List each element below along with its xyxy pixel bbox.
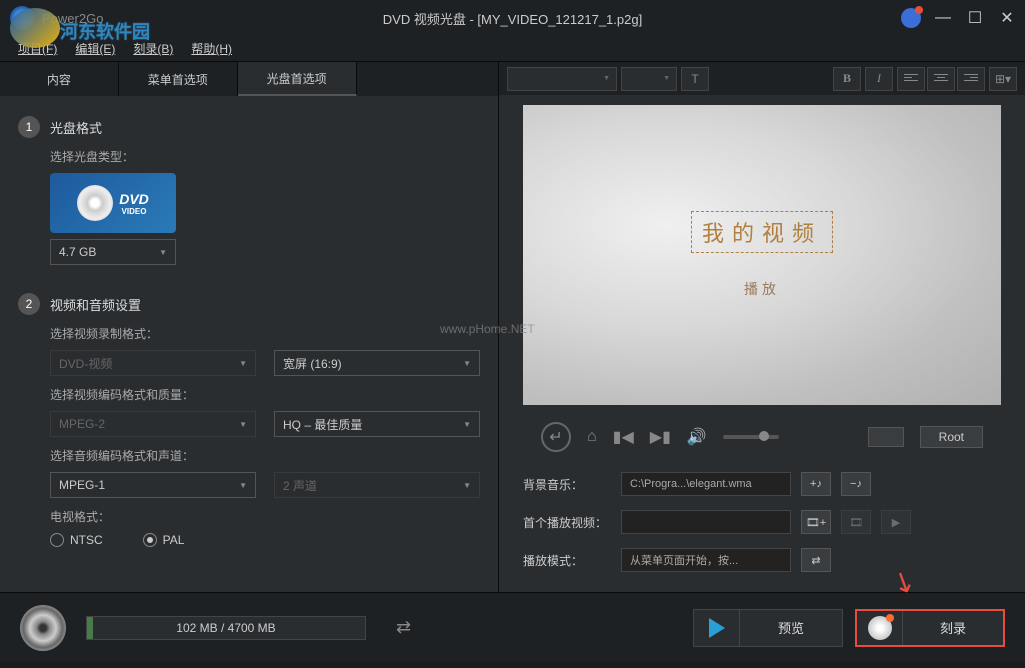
tv-format-label: 电视格式： bbox=[50, 508, 480, 525]
bgm-value[interactable]: C:\Progra...\elegant.wma bbox=[621, 472, 791, 496]
right-panel: T B I ⊞▾ 我的视频 播放 ↵ ⌂ ▮◀ ▶▮ 🔊 bbox=[498, 62, 1025, 592]
dvd-label: DVDVIDEO bbox=[119, 191, 149, 216]
font-color-button[interactable]: T bbox=[681, 67, 709, 91]
maximize-button[interactable]: ☐ bbox=[965, 8, 985, 28]
play-video-button[interactable]: ▶ bbox=[881, 510, 911, 534]
video-encode-label: 选择视频编码格式和质量： bbox=[50, 386, 480, 403]
swap-button[interactable]: ⇄ bbox=[396, 617, 411, 638]
font-size-dropdown[interactable] bbox=[621, 67, 677, 91]
burn-button[interactable]: 刻录 bbox=[855, 609, 1005, 647]
aspect-ratio-dropdown[interactable]: 宽屏 (16:9) bbox=[274, 350, 480, 376]
video-format-dropdown[interactable]: DVD-视频 bbox=[50, 350, 256, 376]
disc-status-icon bbox=[20, 605, 66, 651]
layout-button[interactable]: ⊞▾ bbox=[989, 67, 1017, 91]
disc-type-dvd[interactable]: DVDVIDEO bbox=[50, 173, 176, 233]
video-format-label: 选择视频录制格式： bbox=[50, 325, 480, 342]
remove-video-button[interactable]: 🎞 bbox=[841, 510, 871, 534]
align-right-button[interactable] bbox=[957, 67, 985, 91]
root-button[interactable]: Root bbox=[920, 426, 983, 448]
radio-pal[interactable]: PAL bbox=[143, 533, 185, 547]
preview-button[interactable]: 预览 bbox=[693, 609, 843, 647]
player-controls: ↵ ⌂ ▮◀ ▶▮ 🔊 Root bbox=[523, 415, 1001, 458]
radio-icon bbox=[50, 533, 64, 547]
text-toolbar: T B I ⊞▾ bbox=[499, 62, 1025, 95]
close-button[interactable]: ✕ bbox=[997, 8, 1017, 28]
tab-content[interactable]: 内容 bbox=[0, 62, 119, 96]
disc-size-dropdown[interactable]: 4.7 GB bbox=[50, 239, 176, 265]
firstplay-label: 首个播放视频： bbox=[523, 514, 611, 531]
volume-icon[interactable]: 🔊 bbox=[687, 427, 707, 447]
menu-play-text[interactable]: 播放 bbox=[744, 279, 780, 299]
watermark-site-text: 河东软件园 bbox=[60, 18, 150, 44]
play-icon bbox=[709, 618, 725, 638]
remove-music-button[interactable]: −♪ bbox=[841, 472, 871, 496]
menu-help[interactable]: 帮助(H) bbox=[191, 40, 232, 57]
burn-disc-icon bbox=[868, 616, 892, 640]
tab-disc-pref[interactable]: 光盘首选项 bbox=[238, 62, 357, 96]
bgm-label: 背景音乐： bbox=[523, 476, 611, 493]
audio-channels-dropdown[interactable]: 2 声道 bbox=[274, 472, 480, 498]
add-music-button[interactable]: +♪ bbox=[801, 472, 831, 496]
step-1-subtitle: 选择光盘类型： bbox=[50, 148, 480, 165]
left-panel: 内容 菜单首选项 光盘首选项 1 光盘格式 选择光盘类型： DVDVIDEO 4… bbox=[0, 62, 498, 592]
bold-button[interactable]: B bbox=[833, 67, 861, 91]
step-1-number: 1 bbox=[18, 116, 40, 138]
step-2-title: 视频和音频设置 bbox=[50, 295, 141, 314]
font-family-dropdown[interactable] bbox=[507, 67, 617, 91]
radio-ntsc[interactable]: NTSC bbox=[50, 533, 103, 547]
home-button[interactable]: ⌂ bbox=[587, 428, 597, 446]
align-center-button[interactable] bbox=[927, 67, 955, 91]
audio-encode-label: 选择音频编码格式和声道： bbox=[50, 447, 480, 464]
volume-slider[interactable] bbox=[723, 435, 779, 439]
add-video-button[interactable]: 🎞+ bbox=[801, 510, 831, 534]
playmode-label: 播放模式： bbox=[523, 552, 611, 569]
firstplay-value[interactable] bbox=[621, 510, 791, 534]
enter-button[interactable]: ↵ bbox=[541, 422, 571, 452]
radio-icon bbox=[143, 533, 157, 547]
playmode-edit-button[interactable]: ⇄ bbox=[801, 548, 831, 572]
audio-codec-dropdown[interactable]: MPEG-1 bbox=[50, 472, 256, 498]
menu-title-text[interactable]: 我的视频 bbox=[691, 211, 833, 253]
step-2-number: 2 bbox=[18, 293, 40, 315]
size-progress: 102 MB / 4700 MB bbox=[86, 616, 366, 640]
step-1-title: 光盘格式 bbox=[50, 118, 102, 137]
tab-menu-pref[interactable]: 菜单首选项 bbox=[119, 62, 238, 96]
next-button[interactable]: ▶▮ bbox=[650, 427, 671, 447]
video-quality-dropdown[interactable]: HQ – 最佳质量 bbox=[274, 411, 480, 437]
align-left-button[interactable] bbox=[897, 67, 925, 91]
italic-button[interactable]: I bbox=[865, 67, 893, 91]
titlebar: Power2Go DVD 视频光盘 - [MY_VIDEO_121217_1.p… bbox=[0, 0, 1025, 36]
disc-icon bbox=[77, 185, 113, 221]
minimize-button[interactable]: — bbox=[933, 9, 953, 27]
window-title: DVD 视频光盘 - [MY_VIDEO_121217_1.p2g] bbox=[383, 9, 642, 28]
prev-button[interactable]: ▮◀ bbox=[613, 427, 634, 447]
menubar: 项目(F) 编辑(E) 刻录(B) 帮助(H) bbox=[0, 36, 1025, 62]
notification-icon[interactable] bbox=[901, 8, 921, 28]
watermark-center-text: www.pHome.NET bbox=[440, 322, 535, 336]
tab-spacer bbox=[357, 62, 498, 96]
watermark-logo bbox=[10, 8, 60, 48]
chapter-button[interactable] bbox=[868, 427, 904, 447]
bottom-bar: 102 MB / 4700 MB ⇄ 预览 刻录 bbox=[0, 592, 1025, 662]
menu-preview[interactable]: 我的视频 播放 bbox=[523, 105, 1001, 405]
video-codec-dropdown[interactable]: MPEG-2 bbox=[50, 411, 256, 437]
playmode-value[interactable]: 从菜单页面开始，按... bbox=[621, 548, 791, 572]
